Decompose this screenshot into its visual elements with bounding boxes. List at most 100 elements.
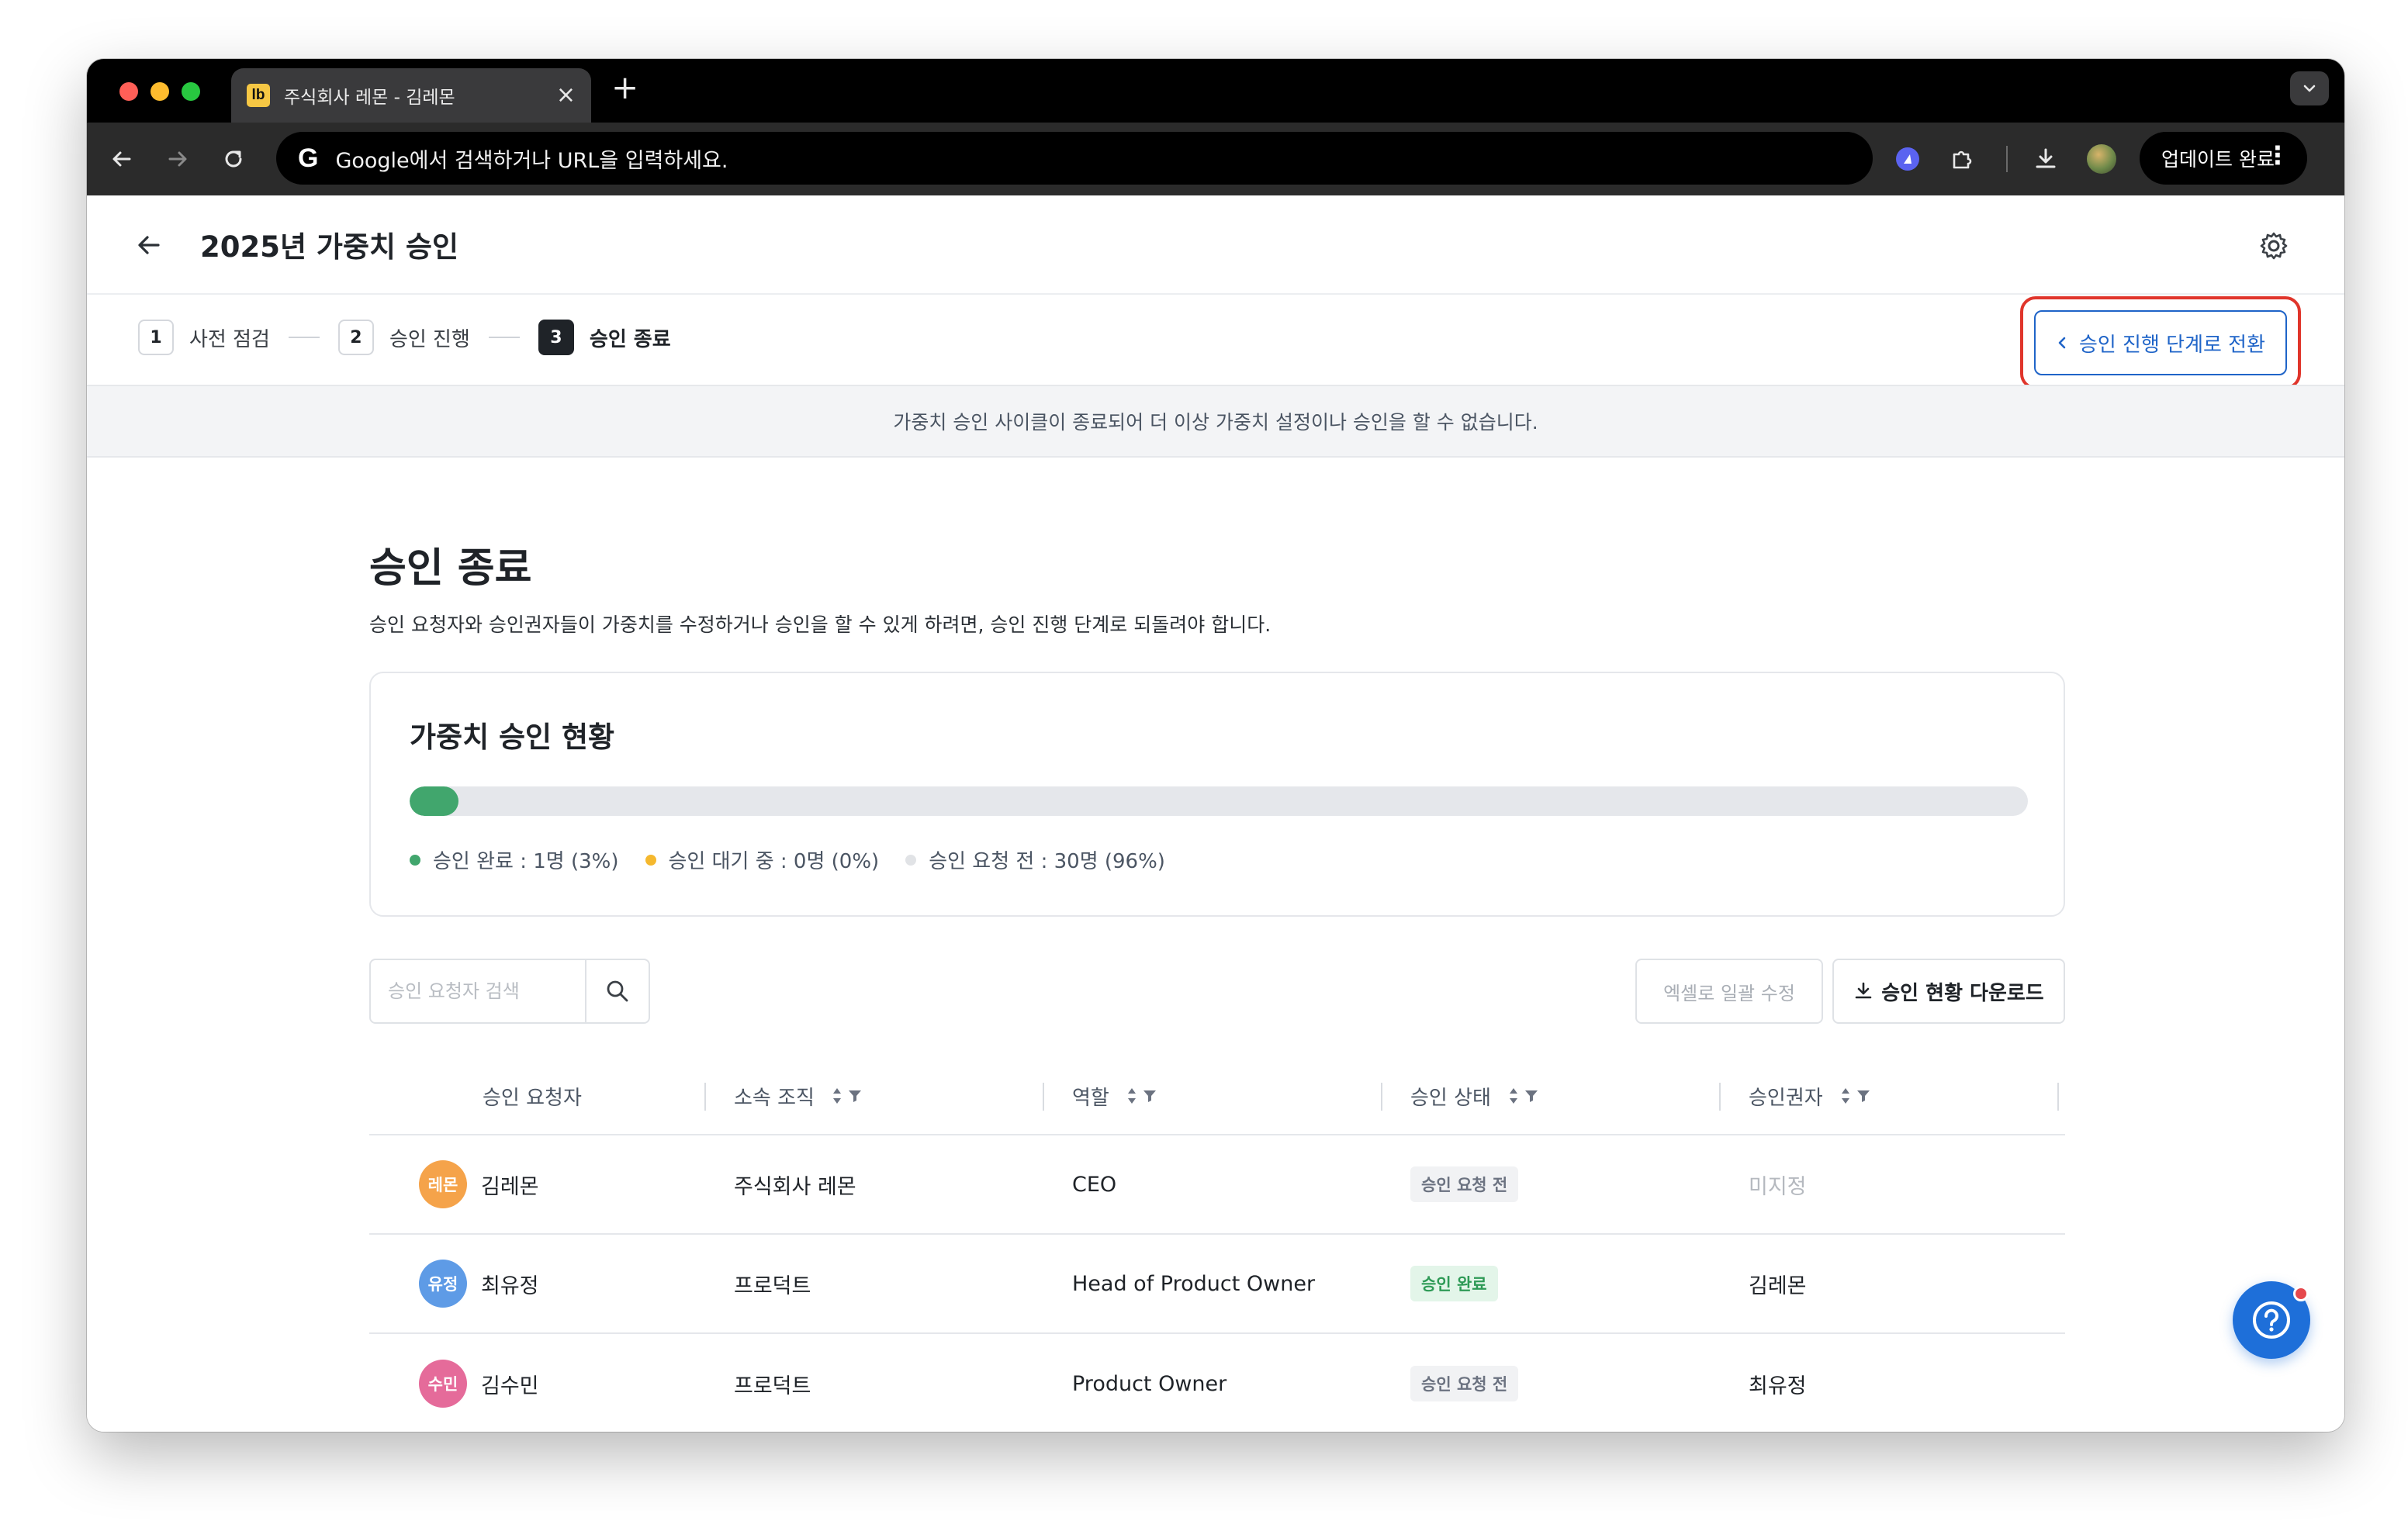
- column-header-role[interactable]: 역할: [1072, 1058, 1157, 1134]
- section-title: 승인 종료: [369, 545, 532, 592]
- tab-close-icon[interactable]: ×: [556, 84, 576, 107]
- status-cell: 승인 요청 전: [1410, 1135, 1519, 1233]
- approver-cell: 최유정: [1749, 1374, 1807, 1398]
- sort-icon[interactable]: [1508, 1087, 1519, 1105]
- role-cell: Product Owner: [1072, 1371, 1227, 1396]
- forward-nav-button[interactable]: [161, 143, 194, 175]
- step-2-number: 2: [337, 320, 374, 355]
- minimize-window-button[interactable]: [150, 82, 169, 101]
- settings-button[interactable]: [2258, 230, 2290, 262]
- sort-icon[interactable]: [832, 1087, 842, 1105]
- back-button[interactable]: [132, 228, 166, 262]
- sort-icon[interactable]: [1840, 1087, 1851, 1105]
- profile-avatar[interactable]: [2087, 144, 2116, 174]
- status-badge: 승인 요청 전: [1410, 1166, 1519, 1202]
- column-header-label: 승인권자: [1749, 1086, 1823, 1110]
- filter-icon[interactable]: [1142, 1088, 1157, 1104]
- requester-name: 김수민: [481, 1374, 539, 1398]
- tab-title: 주식회사 레몬 - 김레몬: [284, 88, 455, 108]
- card-title: 가중치 승인 현황: [410, 721, 615, 754]
- switch-to-progress-button[interactable]: 승인 진행 단계로 전환: [2034, 310, 2287, 375]
- approval-status-card: 가중치 승인 현황 승인 완료 : 1명 (3%) 승인 대기 중 : 0명 (…: [369, 672, 2065, 917]
- new-tab-button[interactable]: +: [611, 71, 638, 104]
- browser-tab[interactable]: lb 주식회사 레몬 - 김레몬 ×: [231, 68, 591, 123]
- table-row[interactable]: 레몬 김레몬 주식회사 레몬 CEO 승인 요청 전 미지정: [369, 1135, 2065, 1235]
- arrow-left-icon: [138, 236, 160, 254]
- column-divider: [1719, 1083, 1721, 1111]
- column-header-org[interactable]: 소속 조직: [734, 1058, 863, 1134]
- table-row[interactable]: 수민 김수민 프로덕트 Product Owner 승인 요청 전 최유정: [369, 1334, 2065, 1432]
- approval-progress-bar: [410, 786, 2028, 816]
- org-cell: 주식회사 레몬: [734, 1174, 856, 1199]
- puzzle-icon: [1953, 150, 1972, 169]
- reload-button[interactable]: [217, 143, 250, 175]
- downloads-button[interactable]: [2029, 143, 2062, 175]
- avatar: 레몬: [419, 1160, 467, 1208]
- address-bar[interactable]: G Google에서 검색하거나 URL을 입력하세요.: [276, 132, 1873, 185]
- search-box: [369, 959, 650, 1024]
- download-icon: [1855, 982, 1872, 999]
- progress-legend: 승인 완료 : 1명 (3%) 승인 대기 중 : 0명 (0%) 승인 요청 …: [410, 845, 1165, 874]
- search-input[interactable]: [371, 960, 586, 1022]
- legend-waiting-label: 승인 대기 중 : 0명 (0%): [668, 850, 880, 873]
- column-header-requester: 승인 요청자: [483, 1058, 582, 1134]
- close-window-button[interactable]: [119, 82, 138, 101]
- filter-icon[interactable]: [1524, 1088, 1539, 1104]
- step-2-label: 승인 진행: [389, 327, 470, 351]
- column-divider: [2057, 1083, 2059, 1111]
- extension-button[interactable]: [1891, 143, 1924, 175]
- help-icon: [2253, 1301, 2290, 1339]
- highlight-outline: 승인 진행 단계로 전환: [2020, 296, 2301, 389]
- table-row[interactable]: 유정 최유정 프로덕트 Head of Product Owner 승인 완료 …: [369, 1235, 2065, 1334]
- sort-icon[interactable]: [1126, 1087, 1137, 1105]
- status-cell: 승인 요청 전: [1410, 1334, 1519, 1432]
- browser-window: lb 주식회사 레몬 - 김레몬 × + G Google에서 검색하거나 UR…: [87, 59, 2344, 1432]
- extensions-menu-button[interactable]: [1946, 143, 1978, 175]
- maximize-window-button[interactable]: [182, 82, 200, 101]
- section-description: 승인 요청자와 승인권자들이 가중치를 수정하거나 승인을 할 수 있게 하려면…: [369, 613, 1271, 636]
- page-title: 2025년 가중치 승인: [200, 230, 458, 264]
- browser-toolbar: G Google에서 검색하거나 URL을 입력하세요. 업데이트 완료 ⋮: [87, 123, 2344, 195]
- filter-icon[interactable]: [1856, 1088, 1871, 1104]
- google-icon: G: [298, 143, 319, 173]
- step-3-number: 3: [538, 320, 574, 355]
- excel-bulk-edit-button[interactable]: 엑셀로 일괄 수정: [1635, 959, 1823, 1024]
- column-header-label: 소속 조직: [734, 1086, 815, 1110]
- search-button[interactable]: [586, 960, 649, 1022]
- requester-name: 김레몬: [481, 1174, 539, 1199]
- favicon-icon: lb: [247, 84, 270, 107]
- filter-icon[interactable]: [847, 1088, 863, 1104]
- column-header-label: 승인 상태: [1410, 1086, 1491, 1110]
- step-3-label: 승인 종료: [589, 327, 671, 351]
- requesters-table: 승인 요청자 소속 조직 역할 승인 상태 승인권자 레몬 김레몬 주식회사 레…: [369, 1058, 2065, 1432]
- column-divider: [704, 1083, 706, 1111]
- legend-approved-label: 승인 완료 : 1명 (3%): [433, 850, 619, 873]
- download-status-button[interactable]: 승인 현황 다운로드: [1832, 959, 2065, 1024]
- column-header-label: 승인 요청자: [483, 1086, 582, 1110]
- column-header-status[interactable]: 승인 상태: [1410, 1058, 1539, 1134]
- gear-icon: [2260, 232, 2288, 260]
- chevron-down-icon: [2303, 85, 2316, 92]
- tab-search-button[interactable]: [2290, 71, 2329, 105]
- help-button[interactable]: [2233, 1281, 2310, 1359]
- address-placeholder: Google에서 검색하거나 URL을 입력하세요.: [335, 148, 728, 173]
- reload-icon: [225, 150, 242, 168]
- arrow-left-icon: [112, 151, 131, 167]
- update-button-label: 업데이트 완료: [2161, 148, 2275, 171]
- update-button[interactable]: 업데이트 완료 ⋮: [2140, 132, 2307, 185]
- approver-cell: 미지정: [1749, 1174, 1807, 1199]
- back-nav-button[interactable]: [106, 143, 138, 175]
- avatar: 수민: [419, 1360, 467, 1408]
- download-icon: [2036, 148, 2056, 168]
- legend-waiting: 승인 대기 중 : 0명 (0%): [645, 845, 880, 874]
- table-toolbar: 엑셀로 일괄 수정 승인 현황 다운로드: [369, 959, 2065, 1024]
- role-cell: Head of Product Owner: [1072, 1271, 1316, 1296]
- column-header-approver[interactable]: 승인권자: [1749, 1058, 1871, 1134]
- search-icon: [607, 980, 628, 1002]
- status-cell: 승인 완료: [1410, 1235, 1498, 1332]
- chevron-left-icon: [2058, 337, 2066, 349]
- step-1-label: 사전 점검: [189, 327, 270, 351]
- approver-cell: 김레몬: [1749, 1274, 1807, 1298]
- column-divider: [1381, 1083, 1382, 1111]
- notification-dot: [2293, 1286, 2309, 1301]
